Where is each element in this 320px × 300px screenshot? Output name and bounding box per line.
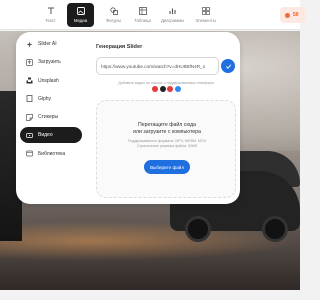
dropzone-formats: Поддерживаются форматы: MP4, WEBM, MOV — [127, 139, 207, 143]
tool-media[interactable]: Медиа — [67, 3, 94, 27]
menu-item-unsplash[interactable]: Unsplash — [20, 73, 82, 89]
choose-file-button[interactable]: Выберите файл — [144, 160, 190, 174]
dropzone-subtitle: или загрузите с компьютера — [133, 129, 201, 135]
tool-label: Таблица — [134, 18, 151, 23]
tool-elements[interactable]: Элементы — [192, 3, 219, 27]
menu-item-library[interactable]: Библиотека — [20, 146, 82, 162]
chart-icon — [168, 6, 177, 15]
tool-label: Текст — [45, 18, 56, 23]
video-url-input[interactable]: https://www.youtube.com/watch?v=dHU8BfN4… — [96, 57, 219, 75]
dropzone-limit: Ограничение размера файла: 50Мб — [136, 144, 198, 148]
url-row: https://www.youtube.com/watch?v=dHU8BfN4… — [96, 57, 236, 75]
menu-item-label: Giphy — [38, 95, 52, 102]
menu-item-label: Стикеры — [38, 114, 59, 121]
submit-url-button[interactable] — [221, 59, 235, 73]
giphy-icon — [26, 95, 33, 103]
tool-shapes[interactable]: Фигуры — [100, 3, 127, 27]
youtube-icon — [152, 86, 158, 92]
menu-item-video[interactable]: Видео — [20, 127, 82, 144]
upload-icon — [26, 58, 33, 66]
library-icon — [26, 150, 33, 157]
credits-icon — [285, 12, 290, 18]
platform-icons — [152, 86, 182, 92]
media-icon — [76, 6, 85, 15]
tool-label: Элементы — [195, 18, 216, 23]
elements-icon — [201, 6, 210, 15]
text-icon — [46, 6, 55, 15]
menu-item-label: Unsplash — [38, 77, 59, 84]
vk-video-icon — [174, 86, 181, 92]
panel-title: Генерация Slider — [96, 44, 143, 50]
tool-label: Диаграммы — [160, 18, 185, 23]
menu-item-label: Библиотека — [38, 150, 66, 157]
tool-charts[interactable]: Диаграммы — [159, 3, 186, 27]
credits-count: 50 — [293, 12, 299, 18]
menu-item-slider-ai[interactable]: Slider AI — [20, 36, 82, 52]
tool-label: Фигуры — [106, 18, 121, 23]
tool-label: Медиа — [73, 18, 88, 23]
menu-item-label: Slider AI — [38, 41, 57, 47]
dropzone-title: Перетащите файл сюда — [137, 122, 197, 128]
tool-table[interactable]: Таблица — [129, 3, 156, 27]
menu-item-giphy[interactable]: Giphy — [20, 91, 82, 107]
vimeo-icon — [159, 86, 166, 92]
menu-item-label: Видео — [38, 132, 53, 139]
menu-item-stickers[interactable]: Стикеры — [20, 109, 82, 125]
menu-item-upload[interactable]: Загрузить — [20, 54, 82, 70]
file-dropzone[interactable]: Перетащите файл сюда или загрузите с ком… — [96, 100, 236, 198]
image-car-wheel — [262, 216, 288, 242]
table-icon — [138, 6, 147, 15]
image-car-wheel — [185, 216, 211, 242]
media-panel: Slider AI Загрузить Unsplash Giphy Стике… — [16, 32, 240, 204]
credits-button[interactable]: 50 — [280, 7, 306, 23]
rutube-icon — [167, 86, 173, 92]
shapes-icon — [109, 6, 118, 15]
ai-sparkle-icon — [26, 41, 33, 48]
media-menu: Slider AI Загрузить Unsplash Giphy Стике… — [20, 36, 82, 164]
menu-item-label: Загрузить — [38, 59, 61, 66]
unsplash-icon — [26, 77, 33, 84]
video-icon — [26, 132, 33, 139]
sticker-icon — [26, 113, 33, 121]
tool-text[interactable]: Текст — [37, 3, 64, 27]
video-content: Генерация Slider https://www.youtube.com… — [96, 44, 236, 198]
url-hint: Добавьте видео по ссылке с поддерживаемы… — [118, 81, 214, 85]
check-icon — [225, 57, 232, 75]
top-toolbar: Текст Медиа Фигуры Таблица Диаграммы Эле… — [0, 0, 306, 30]
